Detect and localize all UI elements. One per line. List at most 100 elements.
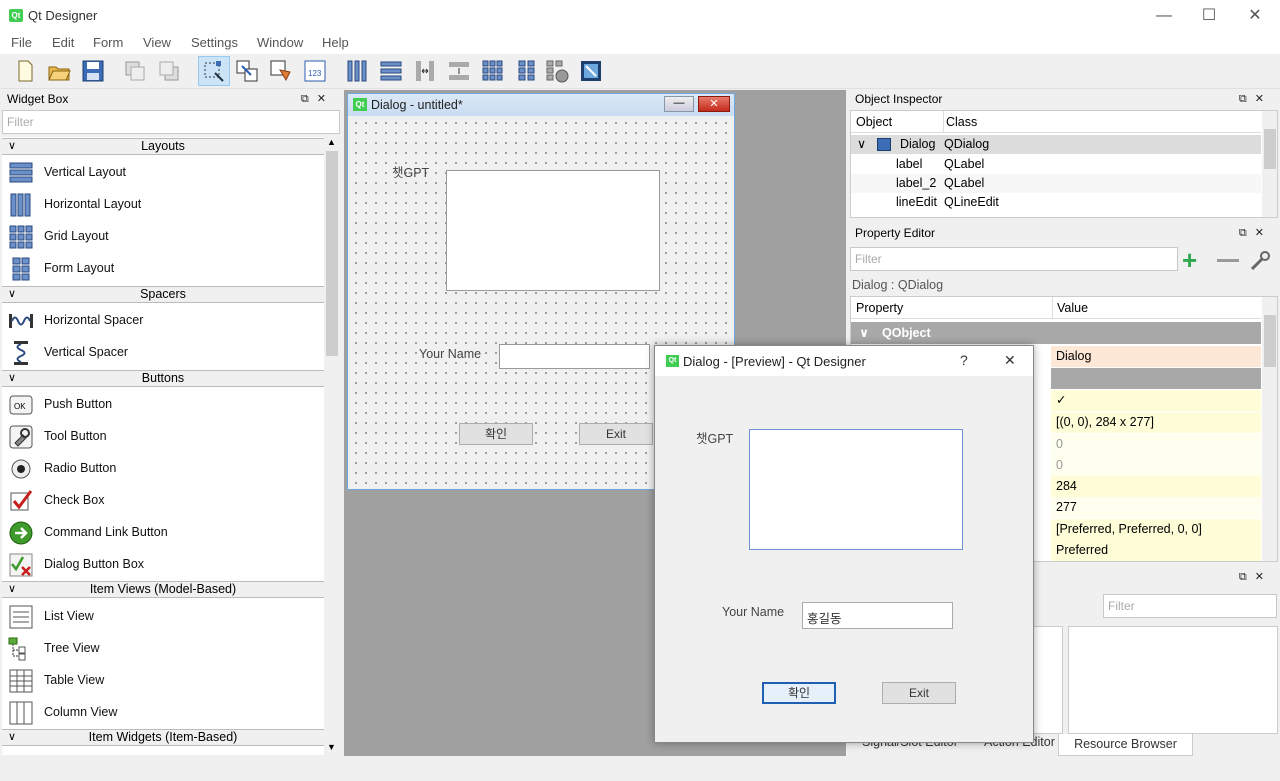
tree-row-label-2[interactable]: label_2 QLabel [851, 174, 1261, 193]
menu-edit[interactable]: Edit [52, 35, 74, 50]
new-file-icon[interactable] [12, 58, 38, 84]
widget-push-button[interactable]: OK Push Button [2, 389, 324, 421]
edit-buddies-icon[interactable] [268, 58, 294, 84]
property-value-width[interactable]: 284 [1051, 476, 1261, 497]
col-object[interactable]: Object [856, 111, 892, 133]
ok-button[interactable]: 확인 [459, 423, 533, 445]
preview-exit-button[interactable]: Exit [882, 682, 956, 704]
scrollbar-thumb[interactable] [1264, 315, 1276, 367]
property-value-y[interactable]: 0 [1051, 455, 1261, 476]
layout-vertical-icon[interactable] [378, 58, 404, 84]
name-line-edit[interactable] [499, 344, 650, 369]
menu-settings[interactable]: Settings [191, 35, 238, 50]
form-close-icon[interactable]: ✕ [698, 96, 730, 112]
widget-horizontal-spacer[interactable]: Horizontal Spacer [2, 305, 324, 337]
widget-dialog-button-box[interactable]: Dialog Button Box [2, 549, 324, 581]
layout-splitter-horizontal-icon[interactable] [412, 58, 438, 84]
object-tree-scrollbar[interactable] [1262, 111, 1277, 217]
menu-window[interactable]: Window [257, 35, 303, 50]
widget-check-box[interactable]: Check Box [2, 485, 324, 517]
property-scrollbar[interactable] [1262, 297, 1277, 561]
widget-grid-layout[interactable]: Grid Layout [2, 221, 324, 253]
edit-signals-slots-icon[interactable] [234, 58, 260, 84]
tree-row-lineedit[interactable]: lineEdit QLineEdit [851, 193, 1261, 212]
scrollbar-thumb[interactable] [326, 151, 338, 356]
scroll-down-icon[interactable]: ▼ [327, 742, 336, 752]
collapse-chevron-icon[interactable]: ∨ [859, 322, 869, 344]
scroll-up-icon[interactable]: ▲ [327, 137, 336, 147]
form-minimize-icon[interactable]: — [664, 96, 694, 112]
widget-filter-input[interactable]: Filter [2, 110, 340, 134]
dock-float-close-icons[interactable]: ⧉✕ [1239, 92, 1272, 106]
property-value-objectname[interactable]: Dialog [1051, 346, 1261, 367]
adjust-size-icon[interactable] [578, 58, 604, 84]
expand-chevron-icon[interactable]: ∨ [857, 135, 866, 154]
category-spacers[interactable]: ∨ Spacers [2, 286, 324, 303]
widget-table-view[interactable]: Table View [2, 665, 324, 697]
menu-help[interactable]: Help [322, 35, 349, 50]
open-folder-icon[interactable] [46, 58, 72, 84]
chat-output-box[interactable] [446, 170, 660, 291]
widget-tree-view[interactable]: Tree View [2, 633, 324, 665]
add-property-icon[interactable]: + [1182, 247, 1197, 273]
break-layout-icon[interactable] [544, 58, 570, 84]
property-value-sizepolicy[interactable]: [Preferred, Preferred, 0, 0] [1051, 519, 1261, 540]
widget-column-view[interactable]: Column View [2, 697, 324, 729]
bring-to-front-icon[interactable] [156, 58, 182, 84]
scrollbar-thumb[interactable] [1264, 129, 1276, 169]
preview-chat-output-box[interactable] [749, 429, 963, 550]
preview-close-icon[interactable]: ✕ [1004, 352, 1016, 369]
property-value-height[interactable]: 277 [1051, 497, 1261, 518]
dock-float-close-icons[interactable]: ⧉✕ [1239, 570, 1272, 584]
tree-row-label[interactable]: label QLabel [851, 155, 1261, 174]
tree-row-dialog[interactable]: ∨ Dialog QDialog [851, 135, 1261, 154]
col-value[interactable]: Value [1052, 297, 1088, 319]
widget-vertical-spacer[interactable]: Vertical Spacer [2, 337, 324, 369]
property-filter-input[interactable]: Filter [850, 247, 1178, 271]
minimize-icon[interactable]: — [1141, 4, 1187, 28]
exit-button[interactable]: Exit [579, 423, 653, 445]
property-value-horizontal-policy[interactable]: Preferred [1051, 540, 1261, 561]
widget-horizontal-layout[interactable]: Horizontal Layout [2, 189, 324, 221]
layout-horizontal-icon[interactable] [344, 58, 370, 84]
widget-list-view[interactable]: List View [2, 601, 324, 633]
remove-property-icon[interactable] [1217, 259, 1239, 262]
maximize-icon[interactable]: ☐ [1186, 4, 1232, 28]
layout-form-icon[interactable] [514, 58, 540, 84]
tab-resource-browser[interactable]: Resource Browser [1058, 734, 1193, 756]
send-to-back-icon[interactable] [122, 58, 148, 84]
configure-wrench-icon[interactable] [1249, 250, 1271, 272]
widget-vertical-layout[interactable]: Vertical Layout [2, 157, 324, 189]
layout-grid-icon[interactable] [480, 58, 506, 84]
category-item-widgets[interactable]: ∨ Item Widgets (Item-Based) [2, 729, 324, 746]
chatgpt-label[interactable]: 챗GPT [392, 162, 429, 181]
help-icon[interactable]: ? [960, 352, 968, 368]
preview-name-input[interactable]: 홍길동 [802, 602, 953, 629]
widget-form-layout[interactable]: Form Layout [2, 253, 324, 285]
property-value-enabled[interactable]: ✓ [1051, 390, 1261, 411]
category-buttons[interactable]: ∨ Buttons [2, 370, 324, 387]
preview-ok-button[interactable]: 확인 [762, 682, 836, 704]
resource-list[interactable] [1068, 626, 1278, 734]
category-item-views[interactable]: ∨ Item Views (Model-Based) [2, 581, 324, 598]
property-group-qobject[interactable]: ∨ QObject [851, 322, 1261, 344]
close-icon[interactable]: ✕ [1232, 4, 1278, 28]
resource-filter-input[interactable]: Filter [1103, 594, 1277, 618]
widget-command-link-button[interactable]: Command Link Button [2, 517, 324, 549]
layout-splitter-vertical-icon[interactable] [446, 58, 472, 84]
your-name-label[interactable]: Your Name [419, 347, 482, 361]
widget-box-scrollbar[interactable]: ▲ ▼ [324, 137, 340, 755]
menu-form[interactable]: Form [93, 35, 123, 50]
preview-dialog[interactable]: Qt Dialog - [Preview] - Qt Designer ? ✕ … [654, 345, 1034, 743]
edit-widgets-icon[interactable] [198, 56, 230, 86]
property-value-x[interactable]: 0 [1051, 434, 1261, 455]
dock-float-close-icons[interactable]: ⧉✕ [301, 92, 334, 106]
menu-view[interactable]: View [143, 35, 171, 50]
widget-radio-button[interactable]: Radio Button [2, 453, 324, 485]
menu-file[interactable]: File [11, 35, 32, 50]
widget-tool-button[interactable]: Tool Button [2, 421, 324, 453]
dock-float-close-icons[interactable]: ⧉✕ [1239, 226, 1272, 240]
property-value-geometry[interactable]: [(0, 0), 284 x 277] [1051, 412, 1261, 433]
save-icon[interactable] [80, 58, 106, 84]
col-class[interactable]: Class [943, 111, 977, 133]
